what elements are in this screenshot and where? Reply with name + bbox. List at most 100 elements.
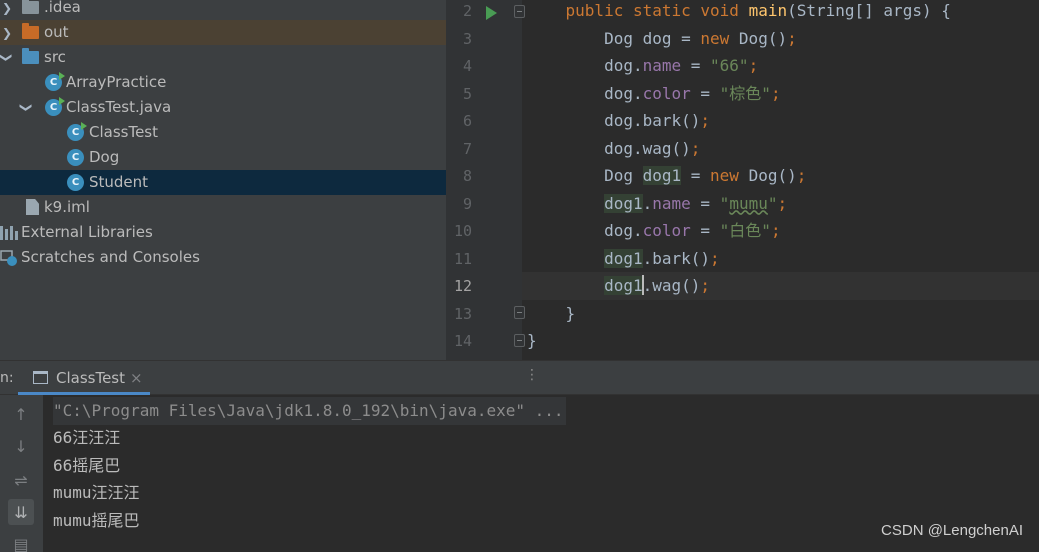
console-command-line: "C:\Program Files\Java\jdk1.8.0_192\bin\… xyxy=(53,397,566,425)
code-token: = xyxy=(681,166,711,185)
scratches-icon xyxy=(0,249,18,267)
code-line[interactable]: 12 dog1.wag(); xyxy=(446,272,1039,300)
tree-item-external-libraries[interactable]: External Libraries xyxy=(0,220,446,245)
code-line[interactable]: 7 dog.wag(); xyxy=(446,135,1039,163)
tree-item-k9-iml[interactable]: k9.iml xyxy=(0,195,446,220)
run-panel-header: n: ClassTest × ⋮ xyxy=(0,360,1039,395)
source-folder-icon xyxy=(22,48,39,64)
code-token: dog1 xyxy=(642,166,682,185)
code-token: Dog dog = xyxy=(527,28,701,48)
line-number: 12 xyxy=(453,277,472,295)
code-line[interactable]: 8 Dog dog1 = new Dog(); xyxy=(446,162,1039,190)
fold-marker-icon[interactable] xyxy=(514,306,525,319)
line-number: 8 xyxy=(462,167,472,185)
code-token: Dog() xyxy=(748,166,797,185)
code-token: " xyxy=(719,193,730,213)
line-number: 7 xyxy=(462,139,472,158)
code-token: .wag() xyxy=(642,276,701,295)
code-text: } xyxy=(527,300,576,328)
code-text: Dog dog1 = new Dog(); xyxy=(527,162,806,190)
code-text: public static void main(String[] args) { xyxy=(527,0,951,25)
console-icon xyxy=(33,371,48,384)
code-token: main xyxy=(748,1,788,20)
chevron-right-icon[interactable]: ❯ xyxy=(0,0,14,20)
code-token: (String[] args) { xyxy=(787,1,951,20)
code-line[interactable]: 2 public static void main(String[] args)… xyxy=(446,0,1039,25)
java-class-icon: C xyxy=(67,149,84,166)
console-output-line: 66摇尾巴 xyxy=(53,456,121,475)
code-token: ; xyxy=(690,138,701,158)
tree-item-idea[interactable]: ❯ .idea xyxy=(0,0,446,20)
code-line[interactable]: 14} xyxy=(446,327,1039,355)
tree-item-classtest[interactable]: C ClassTest xyxy=(0,120,446,145)
code-token: public static void xyxy=(565,1,749,20)
code-line[interactable]: 3 Dog dog = new Dog(); xyxy=(446,25,1039,53)
code-token: } xyxy=(527,303,576,323)
code-line[interactable]: 10 dog.color = "白色"; xyxy=(446,217,1039,245)
tree-item-classtest-java[interactable]: ❯ C ClassTest.java xyxy=(0,95,446,120)
code-line[interactable]: 6 dog.bark(); xyxy=(446,107,1039,135)
java-class-icon: C xyxy=(67,122,87,141)
folder-icon xyxy=(22,0,39,14)
code-line[interactable]: 11 dog1.bark(); xyxy=(446,245,1039,273)
console-output-line: mumu摇尾巴 xyxy=(53,511,140,530)
code-token: = xyxy=(681,56,711,75)
code-line[interactable]: 5 dog.color = "棕色"; xyxy=(446,80,1039,108)
tree-item-out[interactable]: ❯ out xyxy=(0,20,446,45)
run-main-icon[interactable] xyxy=(486,6,497,20)
code-line[interactable]: 9 dog1.name = "mumu"; xyxy=(446,190,1039,218)
scroll-up-icon[interactable]: ↑ xyxy=(8,401,34,427)
chevron-down-icon[interactable]: ❯ xyxy=(15,101,40,115)
code-token: dog1 xyxy=(604,248,643,268)
tree-item-scratches[interactable]: Scratches and Consoles xyxy=(0,245,446,270)
line-number: 13 xyxy=(453,304,472,323)
fold-marker-icon[interactable] xyxy=(514,334,525,347)
soft-wrap-icon[interactable]: ⇌ xyxy=(8,467,34,493)
code-line[interactable]: 13 } xyxy=(446,300,1039,328)
code-token: name xyxy=(652,193,691,213)
chevron-right-icon[interactable]: ❯ xyxy=(0,20,14,45)
line-number: 11 xyxy=(453,249,472,268)
line-number: 10 xyxy=(453,222,472,240)
line-number: 6 xyxy=(462,112,472,130)
more-options-icon[interactable]: ⋮ xyxy=(525,367,539,383)
tree-item-src[interactable]: ❯ src xyxy=(0,45,446,70)
code-editor[interactable]: 2 public static void main(String[] args)… xyxy=(446,0,1039,360)
code-text: dog1.name = "mumu"; xyxy=(527,190,787,218)
tree-item-dog[interactable]: C Dog xyxy=(0,145,446,170)
scroll-to-end-icon[interactable]: ⇊ xyxy=(8,499,34,525)
code-token: mumu xyxy=(729,193,768,213)
code-token: ; xyxy=(796,166,807,185)
scroll-down-icon[interactable]: ↓ xyxy=(8,433,34,459)
code-token: ; xyxy=(700,111,711,130)
watermark: CSDN @LengchenAI xyxy=(881,522,1023,539)
run-tab-classtest[interactable]: ClassTest × xyxy=(18,361,150,395)
close-icon[interactable]: × xyxy=(130,369,143,387)
run-panel-prefix: n: xyxy=(0,370,14,386)
print-icon[interactable]: ▤ xyxy=(8,531,34,552)
java-class-icon: C xyxy=(67,174,84,191)
code-token: dog. xyxy=(527,56,643,75)
code-token: Dog() xyxy=(738,28,788,48)
code-token: dog.bark() xyxy=(527,111,701,130)
fold-marker-icon[interactable] xyxy=(514,5,525,18)
code-text: dog.wag(); xyxy=(527,135,700,163)
tree-item-arraypractice[interactable]: C ArrayPractice xyxy=(0,70,446,95)
code-text: dog.color = "棕色"; xyxy=(527,80,781,108)
chevron-down-icon[interactable]: ❯ xyxy=(0,51,20,65)
line-number: 14 xyxy=(453,332,472,350)
run-tab-label: ClassTest xyxy=(56,369,126,387)
code-line[interactable]: 4 dog.name = "66"; xyxy=(446,52,1039,80)
code-token: = xyxy=(690,193,720,213)
code-token: = xyxy=(690,83,720,103)
code-token: dog. xyxy=(527,221,643,240)
code-text: dog1.wag(); xyxy=(527,272,710,300)
code-token: .bark() xyxy=(642,248,711,268)
code-token: ; xyxy=(710,248,720,268)
java-file-icon: C xyxy=(45,97,65,116)
code-token: Dog xyxy=(527,166,643,185)
tree-item-student[interactable]: C Student xyxy=(0,170,446,195)
code-token: new xyxy=(700,28,739,48)
